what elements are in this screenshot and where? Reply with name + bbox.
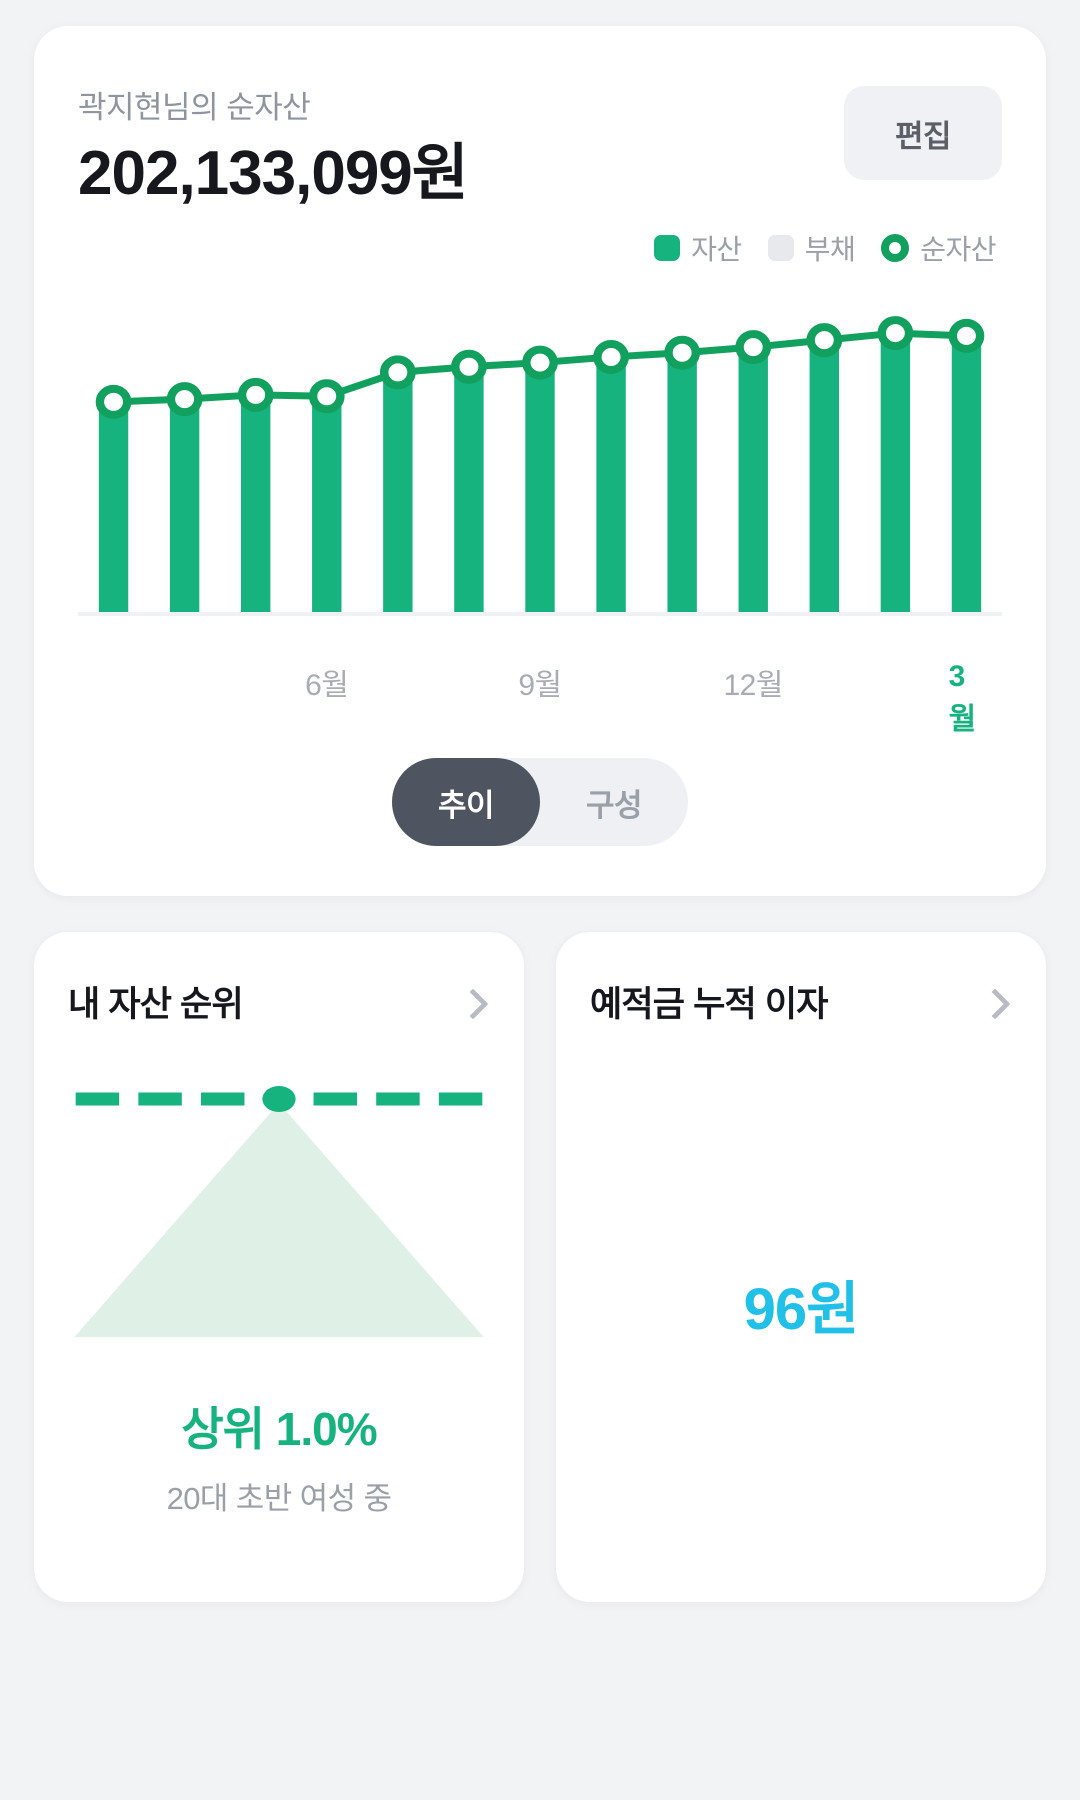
toggle-option-composition[interactable]: 구성 [540, 758, 688, 846]
chart-line-marker [237, 377, 274, 412]
chart-line-marker [806, 323, 843, 358]
chart-x-axis: 6월 9월 12월 3월 [78, 660, 1002, 736]
chart-line-marker [451, 349, 487, 384]
chart-bar [596, 357, 626, 615]
legend-item-debt: 부채 [767, 228, 856, 268]
chart-bar [525, 362, 555, 615]
distribution-triangle-svg [74, 1086, 484, 1337]
chart-line-marker [95, 384, 132, 419]
chart-bar [454, 366, 484, 615]
chart-line-marker [379, 355, 416, 390]
net-worth-chart[interactable] [78, 278, 1002, 638]
chart-bar [738, 347, 768, 615]
net-worth-card: 곽지현님의 순자산 202,133,099원 편집 자산 부채 순자산 6월 9… [34, 26, 1046, 896]
chart-bar [383, 372, 413, 615]
chart-bar [169, 399, 200, 615]
asset-rank-title: 내 자산 순위 [68, 985, 244, 1024]
legend-label-assets: 자산 [691, 234, 742, 266]
chart-bar [240, 394, 271, 615]
chart-bar [312, 396, 342, 615]
asset-rank-header: 내 자산 순위 [68, 976, 490, 1027]
axis-tick-label: 9월 [518, 669, 562, 703]
edit-button[interactable]: 편집 [844, 86, 1002, 180]
chart-line-marker [166, 382, 203, 417]
deposit-interest-header: 예적금 누적 이자 [590, 976, 1012, 1027]
axis-tick-label: 12월 [723, 669, 783, 703]
chart-bar [951, 335, 982, 615]
chevron-right-icon[interactable] [982, 990, 1006, 1014]
app-screen: 곽지현님의 순자산 202,133,099원 편집 자산 부채 순자산 6월 9… [0, 0, 1080, 1800]
legend-label-debt: 부채 [804, 234, 856, 266]
chart-legend: 자산 부채 순자산 [78, 228, 1002, 268]
chart-line-marker [948, 318, 985, 353]
toggle-option-trend[interactable]: 추이 [392, 758, 540, 847]
deposit-interest-title: 예적금 누적 이자 [590, 985, 828, 1024]
net-worth-chart-svg [78, 316, 1002, 617]
legend-item-assets: 자산 [654, 228, 742, 268]
axis-tick-label: 3월 [948, 660, 977, 737]
chart-line-marker [877, 316, 914, 351]
asset-rank-subtitle: 20대 초반 여성 중 [166, 1481, 392, 1516]
legend-ring-icon [881, 234, 910, 263]
distribution-position-marker [262, 1086, 296, 1112]
chart-bar [880, 333, 911, 615]
chart-bar [98, 401, 129, 615]
chart-line-marker [308, 379, 345, 414]
legend-label-net-worth: 순자산 [920, 234, 996, 266]
chart-line-marker [593, 340, 629, 375]
asset-rank-card[interactable]: 내 자산 순위 상위 1.0% 20대 초반 여성 중 [34, 932, 524, 1602]
legend-swatch-assets [654, 235, 681, 262]
deposit-interest-value: 96원 [743, 1277, 860, 1342]
chart-mode-toggle[interactable]: 추이 구성 [392, 758, 688, 847]
asset-rank-percent: 상위 1.0% [181, 1403, 377, 1455]
legend-swatch-debt [767, 235, 794, 262]
chart-line-marker [522, 345, 558, 380]
deposit-interest-card[interactable]: 예적금 누적 이자 96원 [556, 932, 1046, 1602]
chart-bar [809, 340, 840, 615]
chart-line-marker [735, 330, 772, 365]
distribution-triangle [74, 1103, 484, 1337]
chart-bar [667, 352, 697, 615]
chart-line-marker [664, 335, 701, 370]
bottom-card-row: 내 자산 순위 상위 1.0% 20대 초반 여성 중 예적금 누적 이자 96… [34, 932, 1046, 1602]
legend-item-net-worth: 순자산 [881, 228, 996, 268]
axis-tick-label: 6월 [305, 669, 349, 703]
chevron-right-icon[interactable] [460, 990, 484, 1014]
asset-rank-distribution-graphic [68, 1079, 490, 1349]
